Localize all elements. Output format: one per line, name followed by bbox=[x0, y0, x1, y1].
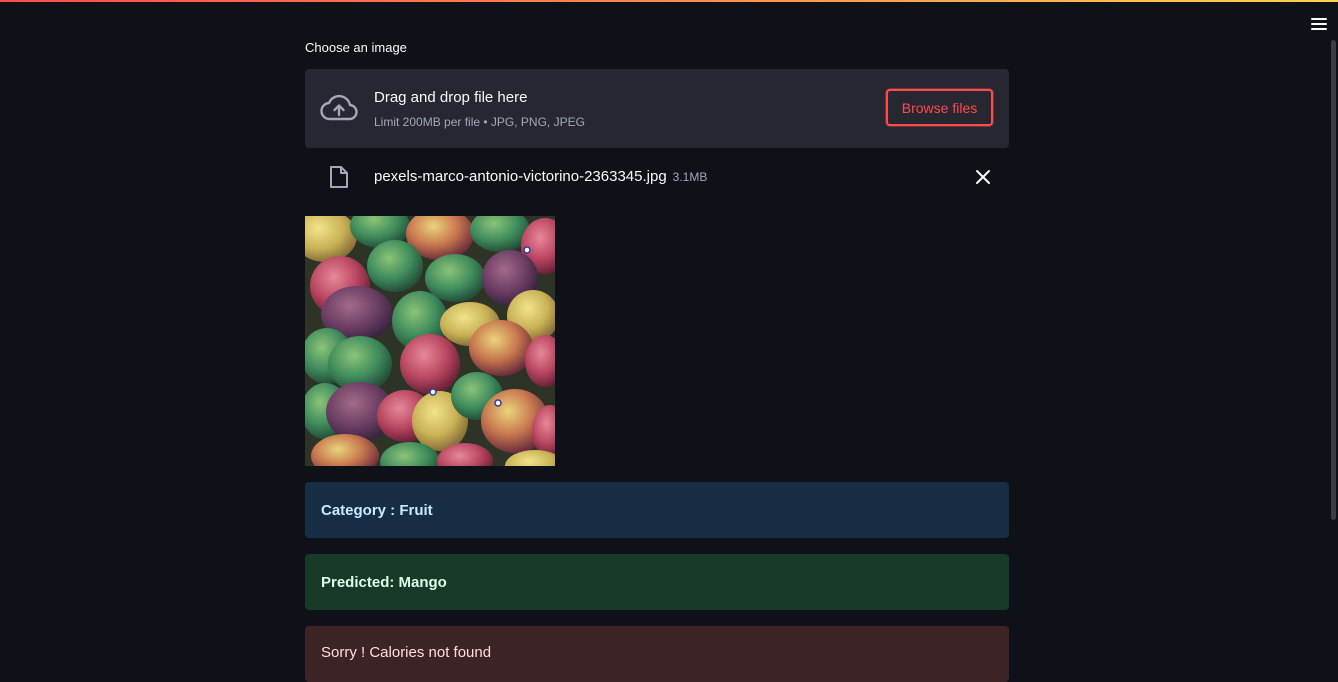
file-name-text: pexels-marco-antonio-victorino-2363345.j… bbox=[374, 168, 667, 185]
cloud-upload-icon bbox=[320, 94, 358, 121]
hamburger-menu-icon[interactable] bbox=[1306, 12, 1332, 36]
uploader-label: Choose an image bbox=[305, 40, 407, 55]
dropzone-title: Drag and drop file here bbox=[374, 89, 528, 106]
uploaded-file-row: pexels-marco-antonio-victorino-2363345.j… bbox=[305, 156, 1009, 200]
file-dropzone[interactable]: Drag and drop file here Limit 200MB per … bbox=[305, 69, 1009, 148]
browse-files-button[interactable]: Browse files bbox=[886, 89, 993, 126]
category-info-alert: Category : Fruit bbox=[305, 482, 1009, 538]
prediction-success-alert: Predicted: Mango bbox=[305, 554, 1009, 610]
uploaded-image-preview bbox=[305, 216, 555, 466]
close-icon[interactable] bbox=[973, 167, 993, 187]
file-icon bbox=[330, 166, 348, 188]
top-decoration-bar bbox=[0, 0, 1338, 2]
dropzone-limit-text: Limit 200MB per file • JPG, PNG, JPEG bbox=[374, 115, 585, 129]
scrollbar[interactable] bbox=[1331, 40, 1336, 520]
calories-error-alert: Sorry ! Calories not found bbox=[305, 626, 1009, 682]
file-size: 3.1MB bbox=[672, 170, 708, 184]
file-name: pexels-marco-antonio-victorino-2363345.j… bbox=[374, 168, 707, 185]
mangoes-image bbox=[305, 216, 555, 466]
